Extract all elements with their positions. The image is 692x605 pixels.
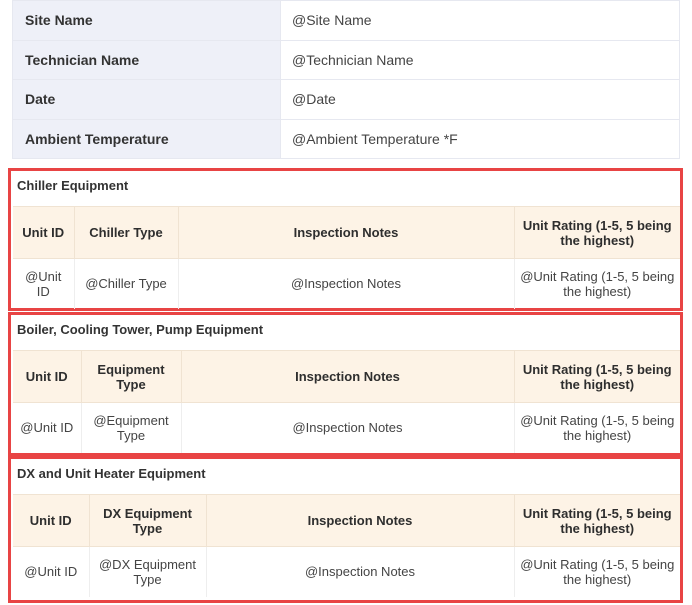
table-cell[interactable]: @Unit ID: [13, 258, 75, 309]
info-row: Site Name @Site Name: [12, 0, 680, 41]
table-row: @Unit ID @Chiller Type @Inspection Notes…: [13, 258, 680, 309]
equipment-table: Unit ID DX Equipment Type Inspection Not…: [13, 494, 680, 597]
column-header: Inspection Notes: [180, 350, 515, 403]
column-header: DX Equipment Type: [88, 494, 207, 547]
equipment-table: Unit ID Chiller Type Inspection Notes Un…: [13, 206, 680, 309]
section-title: DX and Unit Heater Equipment: [17, 466, 206, 481]
column-header: Unit Rating (1-5, 5 being the highest): [513, 350, 680, 403]
info-label: Site Name: [12, 0, 281, 41]
info-value[interactable]: @Ambient Temperature *F: [280, 118, 680, 159]
info-label: Date: [12, 79, 281, 120]
table-cell[interactable]: @Chiller Type: [73, 258, 179, 309]
table-header-row: Unit ID Chiller Type Inspection Notes Un…: [13, 206, 680, 259]
column-header: Equipment Type: [80, 350, 182, 403]
table-cell[interactable]: @Equipment Type: [80, 402, 182, 453]
column-header: Unit ID: [13, 206, 75, 259]
info-row: Date @Date: [12, 79, 680, 120]
site-info-table: Site Name @Site Name Technician Name @Te…: [12, 0, 680, 159]
table-cell[interactable]: @Unit ID: [13, 546, 90, 597]
table-header-row: Unit ID DX Equipment Type Inspection Not…: [13, 494, 680, 547]
equipment-table: Unit ID Equipment Type Inspection Notes …: [13, 350, 680, 453]
column-header: Unit Rating (1-5, 5 being the highest): [513, 206, 680, 259]
column-header: Chiller Type: [73, 206, 179, 259]
table-cell[interactable]: @DX Equipment Type: [88, 546, 207, 597]
info-row: Technician Name @Technician Name: [12, 39, 680, 80]
table-row: @Unit ID @DX Equipment Type @Inspection …: [13, 546, 680, 597]
column-header: Inspection Notes: [205, 494, 515, 547]
info-value[interactable]: @Technician Name: [280, 39, 680, 80]
chiller-equipment-section: Chiller Equipment Unit ID Chiller Type I…: [8, 168, 683, 311]
info-value[interactable]: @Site Name: [280, 0, 680, 41]
info-row: Ambient Temperature @Ambient Temperature…: [12, 118, 680, 159]
boiler-cooling-pump-section: Boiler, Cooling Tower, Pump Equipment Un…: [8, 312, 683, 456]
column-header: Unit ID: [13, 494, 90, 547]
table-cell[interactable]: @Inspection Notes: [180, 402, 515, 453]
section-title: Boiler, Cooling Tower, Pump Equipment: [17, 322, 264, 337]
table-cell[interactable]: @Unit Rating (1-5, 5 being the highest): [513, 546, 680, 597]
table-cell[interactable]: @Inspection Notes: [177, 258, 515, 309]
column-header: Inspection Notes: [177, 206, 515, 259]
table-cell[interactable]: @Unit ID: [13, 402, 82, 453]
section-title: Chiller Equipment: [17, 178, 129, 193]
column-header: Unit Rating (1-5, 5 being the highest): [513, 494, 680, 547]
column-header: Unit ID: [13, 350, 82, 403]
table-cell[interactable]: @Inspection Notes: [205, 546, 515, 597]
info-label: Technician Name: [12, 39, 281, 80]
info-label: Ambient Temperature: [12, 118, 281, 159]
table-cell[interactable]: @Unit Rating (1-5, 5 being the highest): [513, 402, 680, 453]
table-row: @Unit ID @Equipment Type @Inspection Not…: [13, 402, 680, 453]
dx-unit-heater-section: DX and Unit Heater Equipment Unit ID DX …: [8, 456, 683, 603]
info-value[interactable]: @Date: [280, 79, 680, 120]
table-cell[interactable]: @Unit Rating (1-5, 5 being the highest): [513, 258, 680, 309]
table-header-row: Unit ID Equipment Type Inspection Notes …: [13, 350, 680, 403]
